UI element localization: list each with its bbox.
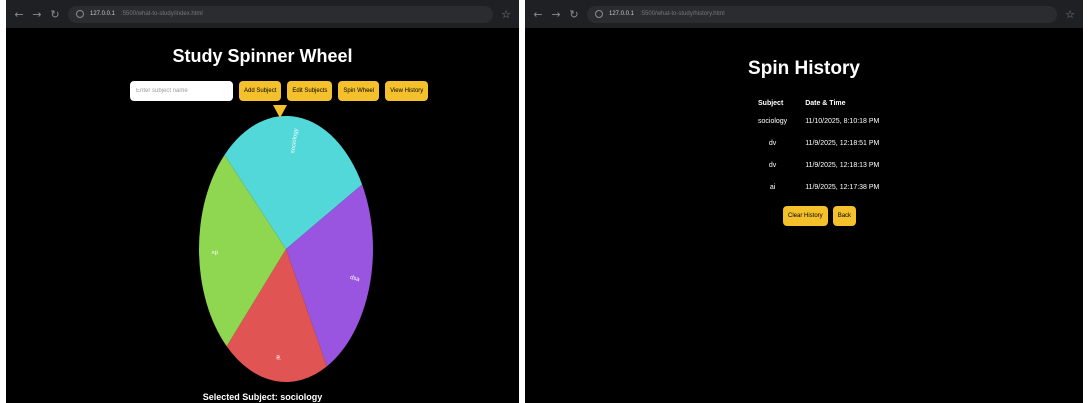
add-subject-button[interactable]: Add Subject [239,81,282,101]
selected-subject-label: Selected Subject: [202,392,278,402]
page-title: Spin History [748,58,860,79]
row-datetime: 11/9/2025, 12:17:38 PM [805,183,880,191]
back-arrow-icon[interactable]: ← [533,9,543,20]
address-bar[interactable]: 127.0.0.1 :5500/what-to-study/history.ht… [587,5,1058,23]
clear-history-button[interactable]: Clear History [783,206,828,226]
table-row: dv 11/9/2025, 12:18:13 PM [749,154,888,176]
bookmark-star-icon[interactable]: ☆ [1065,8,1075,21]
url-host: 127.0.0.1 [609,11,635,17]
subject-column-header: Subject [758,99,784,107]
table-header-row: Subject Date & Time [749,96,888,110]
row-datetime: 11/9/2025, 12:18:51 PM [805,139,880,147]
browser-toolbar: ← → ↻ 127.0.0.1 :5500/what-to-study/hist… [525,0,1083,28]
subject-controls: Add Subject Edit Subjects Spin Wheel Vie… [130,81,429,101]
selected-subject: Selected Subject: sociology [6,392,519,402]
table-row: sociology 11/10/2025, 8:10:18 PM [749,110,888,132]
reload-icon[interactable]: ↻ [569,9,579,20]
spin-wheel-button[interactable]: Spin Wheel [338,81,380,101]
wheel-pointer-icon [273,105,287,118]
selected-subject-value: sociology [280,392,323,402]
history-browser-window: ← → ↻ 127.0.0.1 :5500/what-to-study/hist… [525,0,1083,403]
row-datetime: 11/9/2025, 12:18:13 PM [805,161,880,169]
spin-history-table: Subject Date & Time sociology 11/10/2025… [749,96,888,198]
datetime-column-header: Date & Time [805,99,846,107]
wheel-segment-label: ai [274,355,281,360]
row-subject: dv [768,161,777,169]
table-row: dv 11/9/2025, 12:18:51 PM [749,132,888,154]
site-info-icon[interactable] [595,10,603,18]
subject-name-input[interactable] [130,81,233,101]
history-actions: Clear History Back [783,206,857,226]
row-subject: dv [768,139,777,147]
url-path: :5500/what-to-study/history.html [640,11,725,17]
view-history-button[interactable]: View History [385,81,429,101]
row-subject: ai [769,183,776,191]
row-datetime: 11/10/2025, 8:10:18 PM [805,117,880,125]
forward-arrow-icon[interactable]: → [551,9,561,20]
page-title: Study Spinner Wheel [172,46,353,66]
table-row: ai 11/9/2025, 12:17:38 PM [749,176,888,198]
row-subject: sociology [758,117,788,125]
wheel-browser-window: ← → ↻ 127.0.0.1 :5500/what-to-study/inde… [6,0,519,403]
back-button[interactable]: Back [832,206,857,226]
edit-subjects-button[interactable]: Edit Subjects [287,81,333,101]
wheel-segment-label: dv [211,249,217,255]
